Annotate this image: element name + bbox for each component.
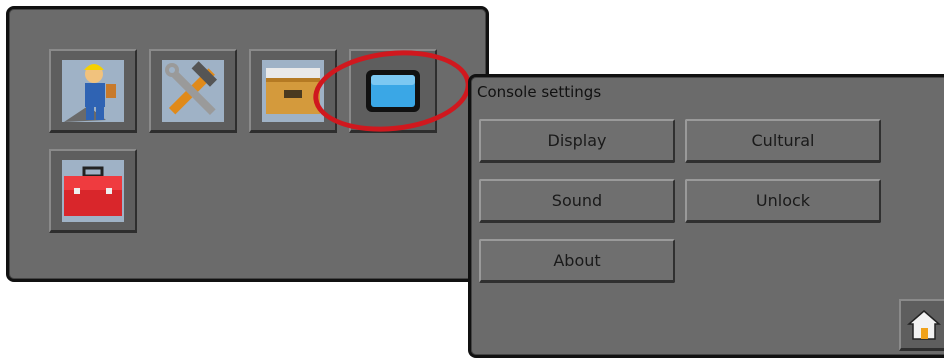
file-drawer-icon bbox=[262, 59, 324, 122]
display-button[interactable]: Display bbox=[479, 119, 675, 163]
toolbox-tile[interactable] bbox=[49, 149, 137, 233]
console-settings-panel: Console settings Display Cultural Sound … bbox=[468, 74, 944, 358]
panel-title: Console settings bbox=[477, 83, 602, 101]
sound-button[interactable]: Sound bbox=[479, 179, 675, 223]
home-icon bbox=[907, 309, 941, 340]
home-button[interactable] bbox=[899, 299, 944, 351]
cultural-button[interactable]: Cultural bbox=[685, 119, 881, 163]
console-display-icon bbox=[366, 69, 420, 112]
tools-tile[interactable] bbox=[149, 49, 237, 133]
setup-menu-panel bbox=[6, 6, 489, 282]
operator-icon bbox=[62, 59, 124, 122]
data-files-tile[interactable] bbox=[249, 49, 337, 133]
unlock-button[interactable]: Unlock bbox=[685, 179, 881, 223]
operator-tile[interactable] bbox=[49, 49, 137, 133]
toolbox-icon bbox=[62, 159, 124, 222]
about-button[interactable]: About bbox=[479, 239, 675, 283]
tools-icon bbox=[162, 59, 224, 122]
console-settings-tile[interactable] bbox=[349, 49, 437, 133]
